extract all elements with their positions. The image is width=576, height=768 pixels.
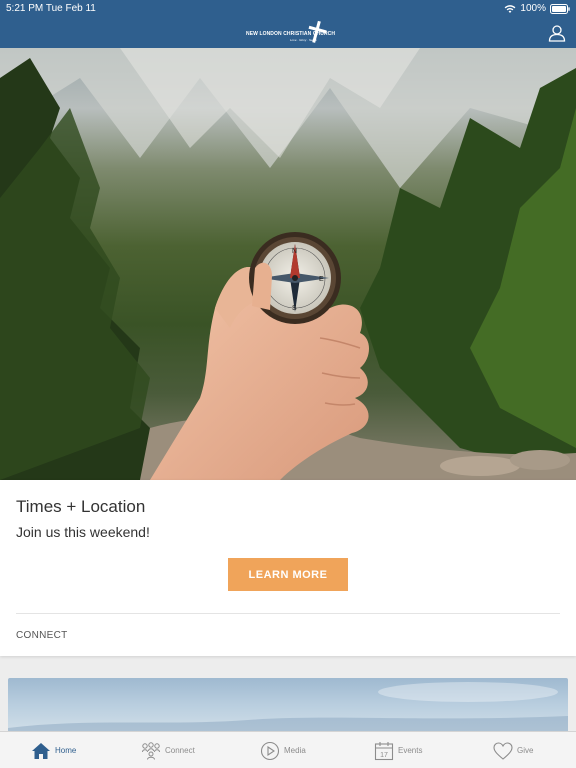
card-divider <box>16 613 560 614</box>
status-right: 100% <box>504 3 570 14</box>
tab-bar: Home Connect Media 17 Events Give <box>0 731 576 768</box>
learn-more-button[interactable]: LEARN MORE <box>228 558 348 591</box>
cross-icon <box>308 20 327 43</box>
svg-text:E: E <box>319 276 324 283</box>
tab-connect-label: Connect <box>165 746 195 755</box>
status-bar: 5:21 PM Tue Feb 11 100% <box>0 0 576 18</box>
tab-connect[interactable]: Connect <box>141 732 195 768</box>
church-logo[interactable]: NEW LONDON CHRISTIAN CHURCH Love · Glory… <box>246 20 335 46</box>
battery-icon <box>550 3 570 14</box>
home-icon <box>32 742 50 759</box>
card-title: Times + Location <box>16 497 146 516</box>
tab-home[interactable]: Home <box>31 732 76 768</box>
svg-text:N: N <box>292 248 297 255</box>
play-icon <box>260 741 280 760</box>
calendar-day: 17 <box>380 752 388 759</box>
wifi-icon <box>504 4 516 14</box>
profile-button[interactable] <box>546 22 568 44</box>
tab-media[interactable]: Media <box>260 732 306 768</box>
times-location-card: Times + Location Join us this weekend! L… <box>0 480 576 656</box>
tab-events-label: Events <box>398 746 423 755</box>
card-category-label: CONNECT <box>16 630 68 641</box>
tab-media-label: Media <box>284 746 306 755</box>
svg-text:S: S <box>292 305 297 312</box>
app-header: NEW LONDON CHRISTIAN CHURCH Love · Glory… <box>0 18 576 48</box>
card-subtitle: Join us this weekend! <box>16 524 150 540</box>
calendar-icon: 17 <box>374 741 394 760</box>
battery-percent: 100% <box>520 3 546 14</box>
tab-give[interactable]: Give <box>493 732 533 768</box>
next-card-image[interactable] <box>8 678 568 738</box>
heart-icon <box>493 741 513 760</box>
tab-home-label: Home <box>55 746 77 755</box>
connect-icon <box>142 741 160 760</box>
hero-image[interactable]: N S W E <box>0 48 576 480</box>
user-icon <box>548 25 566 42</box>
tab-give-label: Give <box>517 746 534 755</box>
status-time-date: 5:21 PM Tue Feb 11 <box>6 3 96 14</box>
tab-events[interactable]: 17 Events <box>374 732 422 768</box>
